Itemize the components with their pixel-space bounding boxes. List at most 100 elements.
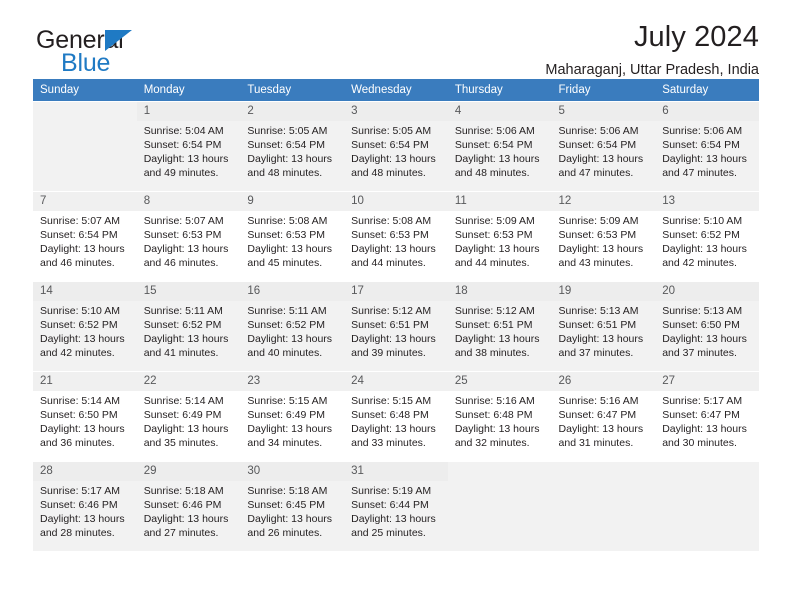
daylight-text-line2: and 35 minutes.	[143, 437, 219, 450]
calendar-day-cell[interactable]: 23 Sunrise: 5:15 AM Sunset: 6:49 PM Dayligh…	[240, 371, 345, 461]
calendar-day-cell[interactable]: 20 Sunrise: 5:13 AM Sunset: 6:50 PM Dayligh…	[655, 281, 759, 371]
day-number: 8	[136, 192, 241, 211]
daylight-text-line1: Daylight: 13 hours	[143, 333, 229, 346]
daylight-text-line2: and 41 minutes.	[143, 347, 219, 360]
day-cell-inner: 27 Sunrise: 5:17 AM Sunset: 6:47 PM Dayligh…	[655, 371, 759, 461]
day-details: Sunrise: 5:11 AM Sunset: 6:52 PM Daylight:…	[137, 301, 241, 361]
day-details: Sunrise: 5:05 AM Sunset: 6:54 PM Daylight:…	[344, 121, 448, 181]
calendar-day-cell[interactable]: 5 Sunrise: 5:06 AM Sunset: 6:54 PM Daylight…	[551, 101, 656, 191]
calendar-day-cell[interactable]: 12 Sunrise: 5:09 AM Sunset: 6:53 PM Dayligh…	[551, 191, 656, 281]
sunset-text: Sunset: 6:46 PM	[40, 498, 118, 511]
day-details: Sunrise: 5:06 AM Sunset: 6:54 PM Daylight:…	[448, 121, 552, 181]
day-cell-inner: 13 Sunrise: 5:10 AM Sunset: 6:52 PM Dayligh…	[655, 191, 759, 281]
day-cell-inner: 2 Sunrise: 5:05 AM Sunset: 6:54 PM Daylight…	[240, 101, 345, 191]
daylight-text-line2: and 48 minutes.	[247, 167, 323, 180]
weekday-header-sunday: Sunday	[33, 79, 137, 101]
sunrise-text: Sunrise: 5:17 AM	[662, 394, 743, 407]
calendar-day-cell[interactable]: 11 Sunrise: 5:09 AM Sunset: 6:53 PM Dayligh…	[447, 191, 552, 281]
sunset-text: Sunset: 6:54 PM	[662, 138, 740, 151]
day-cell-inner: 21 Sunrise: 5:14 AM Sunset: 6:50 PM Dayligh…	[33, 371, 137, 461]
calendar-day-cell[interactable]: 26 Sunrise: 5:16 AM Sunset: 6:47 PM Dayligh…	[551, 371, 656, 461]
sunrise-text: Sunrise: 5:18 AM	[143, 484, 224, 497]
sunrise-text: Sunrise: 5:18 AM	[247, 484, 328, 497]
daylight-text-line2: and 46 minutes.	[40, 257, 115, 270]
calendar-day-cell[interactable]: 29 Sunrise: 5:18 AM Sunset: 6:46 PM Dayligh…	[136, 461, 241, 551]
calendar-day-cell[interactable]: 4 Sunrise: 5:06 AM Sunset: 6:54 PM Daylight…	[447, 101, 552, 191]
calendar-day-cell[interactable]: 1 Sunrise: 5:04 AM Sunset: 6:54 PM Daylight…	[136, 101, 241, 191]
daylight-text-line1: Daylight: 13 hours	[40, 243, 125, 256]
calendar-day-cell[interactable]: 6 Sunrise: 5:06 AM Sunset: 6:54 PM Daylight…	[655, 101, 759, 191]
day-details: Sunrise: 5:14 AM Sunset: 6:49 PM Daylight:…	[137, 391, 241, 451]
daylight-text-line2: and 33 minutes.	[351, 437, 426, 450]
calendar-day-cell[interactable]: 31 Sunrise: 5:19 AM Sunset: 6:44 PM Dayligh…	[344, 461, 448, 551]
calendar-day-cell[interactable]: 10 Sunrise: 5:08 AM Sunset: 6:53 PM Dayligh…	[344, 191, 448, 281]
day-cell-inner: 3 Sunrise: 5:05 AM Sunset: 6:54 PM Daylight…	[344, 101, 448, 191]
sunset-text: Sunset: 6:49 PM	[247, 408, 326, 421]
day-number: 16	[240, 282, 345, 301]
calendar-day-cell[interactable]: 7 Sunrise: 5:07 AM Sunset: 6:54 PM Daylight…	[33, 191, 137, 281]
daylight-text-line1: Daylight: 13 hours	[662, 333, 747, 346]
day-details: Sunrise: 5:14 AM Sunset: 6:50 PM Daylight:…	[33, 391, 137, 451]
sunset-text: Sunset: 6:52 PM	[143, 318, 222, 331]
day-details: Sunrise: 5:16 AM Sunset: 6:47 PM Daylight:…	[552, 391, 656, 451]
day-cell-inner: 18 Sunrise: 5:12 AM Sunset: 6:51 PM Dayligh…	[447, 281, 552, 371]
day-cell-inner: 29 Sunrise: 5:18 AM Sunset: 6:46 PM Dayligh…	[136, 461, 241, 551]
daylight-text-line2: and 31 minutes.	[558, 437, 634, 450]
daylight-text-line1: Daylight: 13 hours	[143, 243, 229, 256]
calendar-day-cell[interactable]: 25 Sunrise: 5:16 AM Sunset: 6:48 PM Dayligh…	[447, 371, 552, 461]
day-details: Sunrise: 5:09 AM Sunset: 6:53 PM Daylight:…	[552, 211, 656, 271]
day-cell-inner: 17 Sunrise: 5:12 AM Sunset: 6:51 PM Dayligh…	[344, 281, 448, 371]
calendar-day-cell[interactable]: 28 Sunrise: 5:17 AM Sunset: 6:46 PM Dayligh…	[33, 461, 137, 551]
daylight-text-line2: and 36 minutes.	[40, 437, 115, 450]
calendar-day-cell-empty	[551, 461, 656, 551]
daylight-text-line1: Daylight: 13 hours	[40, 513, 125, 526]
calendar-week-row: 28 Sunrise: 5:17 AM Sunset: 6:46 PM Dayligh…	[33, 461, 759, 551]
sunrise-text: Sunrise: 5:10 AM	[662, 214, 743, 227]
calendar-day-cell[interactable]: 27 Sunrise: 5:17 AM Sunset: 6:47 PM Dayligh…	[655, 371, 759, 461]
calendar-day-cell[interactable]: 24 Sunrise: 5:15 AM Sunset: 6:48 PM Dayligh…	[344, 371, 448, 461]
calendar-day-cell[interactable]: 21 Sunrise: 5:14 AM Sunset: 6:50 PM Dayligh…	[33, 371, 137, 461]
daylight-text-line2: and 38 minutes.	[454, 347, 530, 360]
day-number: 2	[240, 102, 345, 121]
calendar-day-cell[interactable]: 8 Sunrise: 5:07 AM Sunset: 6:53 PM Daylight…	[136, 191, 241, 281]
calendar-day-cell[interactable]: 15 Sunrise: 5:11 AM Sunset: 6:52 PM Dayligh…	[136, 281, 241, 371]
calendar-day-cell[interactable]: 22 Sunrise: 5:14 AM Sunset: 6:49 PM Dayligh…	[136, 371, 241, 461]
daylight-text-line2: and 26 minutes.	[247, 527, 323, 540]
sunrise-text: Sunrise: 5:14 AM	[143, 394, 224, 407]
calendar-day-cell[interactable]: 18 Sunrise: 5:12 AM Sunset: 6:51 PM Dayligh…	[447, 281, 552, 371]
sunrise-text: Sunrise: 5:19 AM	[351, 484, 432, 497]
day-cell-inner: 12 Sunrise: 5:09 AM Sunset: 6:53 PM Dayligh…	[551, 191, 656, 281]
day-details: Sunrise: 5:09 AM Sunset: 6:53 PM Daylight:…	[448, 211, 552, 271]
weekday-header: Sunday Monday Tuesday Wednesday Thursday Frid…	[33, 79, 759, 101]
calendar-day-cell[interactable]: 13 Sunrise: 5:10 AM Sunset: 6:52 PM Dayligh…	[655, 191, 759, 281]
day-cell-inner: 10 Sunrise: 5:08 AM Sunset: 6:53 PM Dayligh…	[344, 191, 448, 281]
calendar-day-cell[interactable]: 16 Sunrise: 5:11 AM Sunset: 6:52 PM Dayligh…	[240, 281, 345, 371]
day-number: 3	[344, 102, 448, 121]
calendar-day-cell[interactable]: 19 Sunrise: 5:13 AM Sunset: 6:51 PM Dayligh…	[551, 281, 656, 371]
calendar-day-cell[interactable]: 3 Sunrise: 5:05 AM Sunset: 6:54 PM Daylight…	[344, 101, 448, 191]
sunrise-text: Sunrise: 5:06 AM	[558, 124, 639, 137]
daylight-text-line2: and 45 minutes.	[247, 257, 323, 270]
brand-logo[interactable]: General Blue	[36, 28, 256, 80]
sunrise-text: Sunrise: 5:09 AM	[558, 214, 639, 227]
weekday-header-tuesday: Tuesday	[240, 79, 345, 101]
sunset-text: Sunset: 6:53 PM	[143, 228, 222, 241]
calendar-day-cell[interactable]: 14 Sunrise: 5:10 AM Sunset: 6:52 PM Dayligh…	[33, 281, 137, 371]
daylight-text-line2: and 47 minutes.	[662, 167, 737, 180]
day-details: Sunrise: 5:15 AM Sunset: 6:48 PM Daylight:…	[344, 391, 448, 451]
day-number: 12	[551, 192, 656, 211]
sunset-text: Sunset: 6:51 PM	[558, 318, 637, 331]
sunset-text: Sunset: 6:51 PM	[454, 318, 533, 331]
day-number: 9	[240, 192, 345, 211]
day-number: 29	[136, 462, 241, 481]
sunrise-text: Sunrise: 5:12 AM	[351, 304, 432, 317]
calendar-day-cell[interactable]: 2 Sunrise: 5:05 AM Sunset: 6:54 PM Daylight…	[240, 101, 345, 191]
calendar-page: General Blue July 2024 Maharaganj, Uttar…	[0, 0, 792, 612]
calendar-day-cell[interactable]: 17 Sunrise: 5:12 AM Sunset: 6:51 PM Dayligh…	[344, 281, 448, 371]
calendar-day-cell[interactable]: 9 Sunrise: 5:08 AM Sunset: 6:53 PM Daylight…	[240, 191, 345, 281]
calendar-day-cell[interactable]: 30 Sunrise: 5:18 AM Sunset: 6:45 PM Dayligh…	[240, 461, 345, 551]
daylight-text-line2: and 48 minutes.	[454, 167, 530, 180]
calendar-day-cell-empty	[33, 101, 137, 191]
sunset-text: Sunset: 6:54 PM	[247, 138, 326, 151]
day-cell-inner: 9 Sunrise: 5:08 AM Sunset: 6:53 PM Daylight…	[240, 191, 345, 281]
